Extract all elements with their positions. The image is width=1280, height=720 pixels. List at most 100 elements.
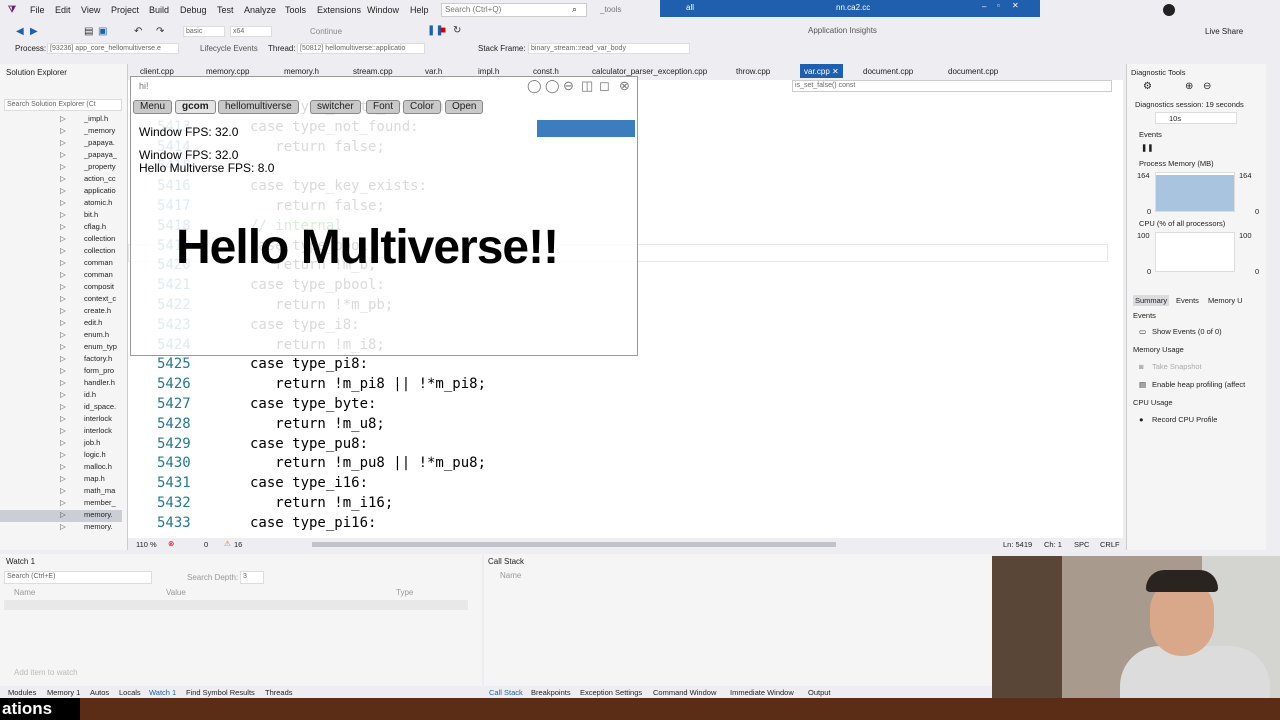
expand-arrow-icon[interactable]: ▷ (60, 342, 70, 351)
expand-arrow-icon[interactable]: ▷ (60, 174, 70, 183)
tab-client-cpp[interactable]: client.cpp (140, 67, 174, 76)
expand-arrow-icon[interactable]: ▷ (60, 138, 70, 147)
thread-dropdown[interactable]: [50812] hellomultiverse::applicatio (297, 43, 425, 54)
expand-arrow-icon[interactable]: ▷ (60, 366, 70, 375)
tree-item[interactable]: ▷ _memory (60, 126, 115, 138)
tab-document-cpp[interactable]: document.cpp (863, 67, 913, 76)
error-count[interactable]: 0 (204, 540, 208, 549)
stack-frame-dropdown[interactable]: binary_stream::read_var_body (528, 43, 690, 54)
tab-memory-1[interactable]: Memory 1 (47, 688, 80, 697)
platform-dropdown[interactable]: x64 (230, 26, 272, 37)
expand-arrow-icon[interactable]: ▷ (60, 258, 70, 267)
window-button-icon[interactable]: ◯ (527, 78, 542, 94)
code-line[interactable]: case type_pi8: (250, 356, 368, 372)
tab-memory-cpp[interactable]: memory.cpp (206, 67, 249, 76)
watch-search-input[interactable]: Search (Ctrl+E) (4, 571, 152, 584)
tab-memory-h[interactable]: memory.h (284, 67, 319, 76)
tree-item[interactable]: ▷ bit.h (60, 210, 98, 222)
tab-document-cpp-2[interactable]: document.cpp (948, 67, 998, 76)
add-watch-item[interactable]: Add item to watch (14, 668, 78, 677)
expand-arrow-icon[interactable]: ▷ (60, 246, 70, 255)
zoom-in-icon[interactable]: ⊕ (1185, 81, 1193, 92)
menu-test[interactable]: Test (217, 5, 234, 15)
expand-arrow-icon[interactable]: ▷ (60, 210, 70, 219)
tree-item[interactable]: ▷ id.h (60, 390, 96, 402)
tree-item[interactable]: ▷ comman (60, 270, 113, 282)
tree-item[interactable]: ▷ enum_typ (60, 342, 117, 354)
tab-command-window[interactable]: Command Window (653, 688, 716, 697)
pause-events-icon[interactable]: ❚❚ (1141, 143, 1154, 152)
tab-impl-h[interactable]: impl.h (478, 67, 499, 76)
live-share-button[interactable]: Live Share (1205, 27, 1243, 36)
timeline-ruler[interactable] (1155, 112, 1237, 124)
tree-item[interactable]: ▷ memory. (0, 510, 122, 522)
tree-item[interactable]: ▷ logic.h (60, 450, 106, 462)
tab-call-stack[interactable]: Call Stack (489, 688, 523, 697)
watch-row[interactable] (4, 600, 468, 610)
tree-item[interactable]: ▷ edit.h (60, 318, 102, 330)
stop-icon[interactable]: ■ (440, 25, 446, 36)
hm-font-button[interactable]: Font (366, 100, 401, 114)
hm-color-button[interactable]: Color (403, 100, 441, 114)
expand-arrow-icon[interactable]: ▷ (60, 510, 70, 519)
tab-watch-1[interactable]: Watch 1 (149, 688, 176, 697)
expand-arrow-icon[interactable]: ▷ (60, 150, 70, 159)
expand-arrow-icon[interactable]: ▷ (60, 318, 70, 327)
hm-gcom-button[interactable]: gcom (175, 100, 216, 114)
menu-file[interactable]: File (30, 5, 45, 15)
close-icon[interactable]: ⊗ (619, 78, 630, 94)
tab-throw-cpp[interactable]: throw.cpp (736, 67, 770, 76)
menu-help[interactable]: Help (410, 5, 429, 15)
undo-icon[interactable]: ↶ (134, 26, 142, 37)
tab-autos[interactable]: Autos (90, 688, 109, 697)
tree-item[interactable]: ▷ applicatio (60, 186, 116, 198)
heap-profiling-toggle[interactable]: Enable heap profiling (affect (1152, 380, 1245, 389)
close-icon[interactable]: ✕ (1012, 1, 1019, 10)
expand-arrow-icon[interactable]: ▷ (60, 426, 70, 435)
nav-forward-icon[interactable]: ▶ (30, 26, 38, 37)
menu-extensions[interactable]: Extensions (317, 5, 361, 15)
expand-arrow-icon[interactable]: ▷ (60, 306, 70, 315)
tab-summary[interactable]: Summary (1133, 295, 1170, 306)
config-dropdown[interactable]: basic (183, 26, 225, 37)
expand-arrow-icon[interactable]: ▷ (60, 438, 70, 447)
expand-arrow-icon[interactable]: ▷ (60, 294, 70, 303)
show-events-link[interactable]: Show Events (0 of 0) (1152, 327, 1222, 336)
solution-search-input[interactable]: Search Solution Explorer (Ct (4, 99, 122, 111)
hm-hellomultiverse-button[interactable]: hellomultiverse (218, 100, 299, 114)
tab-var-cpp[interactable]: var.cpp ✕ (800, 64, 843, 78)
code-line[interactable]: return !m_pi8 || !*m_pi8; (250, 376, 486, 392)
expand-arrow-icon[interactable]: ▷ (60, 198, 70, 207)
tree-item[interactable]: ▷ cflag.h (60, 222, 106, 234)
minimize-icon[interactable]: ⊖ (563, 78, 574, 94)
tree-item[interactable]: ▷ comman (60, 258, 113, 270)
zoom-level[interactable]: 110 % (136, 540, 157, 549)
tree-item[interactable]: ▷ map.h (60, 474, 105, 486)
maximize-icon[interactable]: ◻ (599, 78, 610, 94)
continue-button[interactable]: Continue (310, 27, 342, 36)
code-line[interactable]: case type_pi16: (250, 515, 376, 531)
tab-calculator-parser[interactable]: calculator_parser_exception.cpp (592, 67, 707, 76)
expand-arrow-icon[interactable]: ▷ (60, 270, 70, 279)
tree-item[interactable]: ▷ job.h (60, 438, 100, 450)
tree-item[interactable]: ▷ math_ma (60, 486, 115, 498)
tree-item[interactable]: ▷ collection (60, 246, 115, 258)
hellomultiverse-window[interactable]: hi! ◯ ◯ ⊖ ◫ ◻ ⊗ Menu gcom hellomultivers… (130, 76, 638, 356)
tab-find-symbol[interactable]: Find Symbol Results (186, 688, 255, 697)
tab-modules[interactable]: Modules (8, 688, 36, 697)
redo-icon[interactable]: ↷ (156, 26, 164, 37)
tab-locals[interactable]: Locals (119, 688, 141, 697)
tab-var-h[interactable]: var.h (425, 67, 442, 76)
take-snapshot-button[interactable]: Take Snapshot (1152, 362, 1202, 371)
expand-arrow-icon[interactable]: ▷ (60, 126, 70, 135)
menu-view[interactable]: View (81, 5, 100, 15)
tree-item[interactable]: ▷ action_cc (60, 174, 116, 186)
tab-breakpoints[interactable]: Breakpoints (531, 688, 571, 697)
record-cpu-button[interactable]: Record CPU Profile (1152, 415, 1217, 424)
tree-item[interactable]: ▷ composit (60, 282, 114, 294)
expand-arrow-icon[interactable]: ▷ (60, 330, 70, 339)
process-dropdown[interactable]: [93236] app_core_hellomultiverse.e (47, 43, 179, 54)
restart-icon[interactable]: ↻ (453, 25, 461, 36)
tree-item[interactable]: ▷ form_pro (60, 366, 114, 378)
hm-switcher-button[interactable]: switcher (310, 100, 361, 114)
